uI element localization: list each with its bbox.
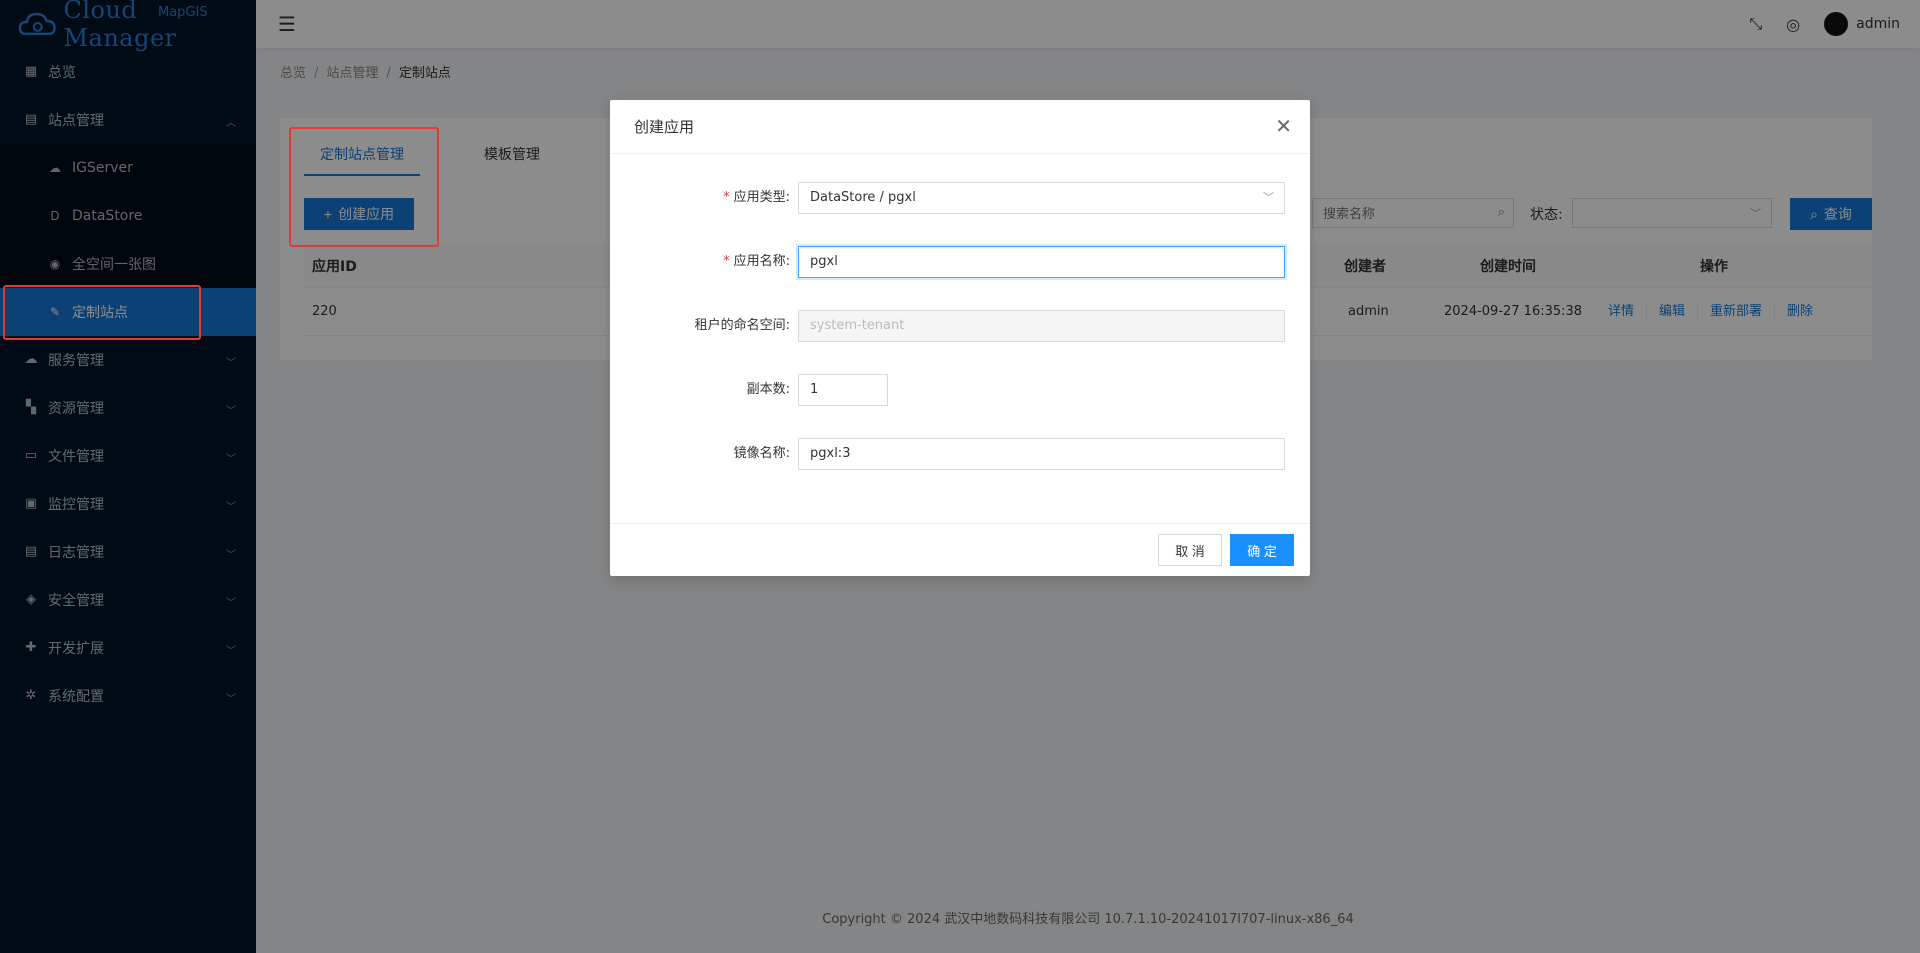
modal-header: 创建应用 ✕	[610, 100, 1310, 154]
app-type-value: DataStore / pgxl	[810, 190, 916, 205]
app-type-select[interactable]: DataStore / pgxl ﹀	[798, 182, 1285, 214]
replicas-label: 副本数:	[746, 382, 790, 397]
form-row-app-name: * 应用名称: pgxl	[610, 246, 1310, 278]
cancel-button[interactable]: 取 消	[1158, 534, 1222, 566]
form-row-image: 镜像名称: pgxl:3	[610, 438, 1310, 470]
form-row-namespace: 租户的命名空间: system-tenant	[610, 310, 1310, 342]
app-type-label: * 应用类型:	[723, 190, 790, 205]
replicas-value: 1	[810, 382, 819, 397]
modal-title: 创建应用	[634, 118, 695, 136]
create-app-modal: 创建应用 ✕ * 应用类型: DataStore / pgxl ﹀ * 应用名称: …	[610, 100, 1310, 576]
required-mark: *	[723, 254, 730, 269]
required-mark: *	[723, 190, 730, 205]
app-name-label: * 应用名称:	[723, 254, 790, 269]
image-input[interactable]: pgxl:3	[798, 438, 1285, 470]
image-value: pgxl:3	[810, 446, 851, 461]
replicas-input[interactable]: 1	[798, 374, 888, 406]
close-icon[interactable]: ✕	[1275, 114, 1292, 138]
namespace-input: system-tenant	[798, 310, 1285, 342]
highlight-box	[3, 285, 201, 340]
app-name-value: pgxl	[810, 254, 838, 269]
namespace-value: system-tenant	[810, 318, 905, 333]
form-row-app-type: * 应用类型: DataStore / pgxl ﹀	[610, 182, 1310, 214]
modal-footer: 取 消 确 定	[610, 523, 1310, 576]
ok-button[interactable]: 确 定	[1230, 534, 1294, 566]
chevron-down-icon: ﹀	[1263, 191, 1274, 204]
image-label: 镜像名称:	[733, 446, 790, 461]
highlight-box	[289, 127, 439, 247]
app-name-input[interactable]: pgxl	[798, 246, 1285, 278]
form-row-replicas: 副本数: 1	[610, 374, 1310, 406]
namespace-label: 租户的命名空间:	[694, 318, 790, 333]
